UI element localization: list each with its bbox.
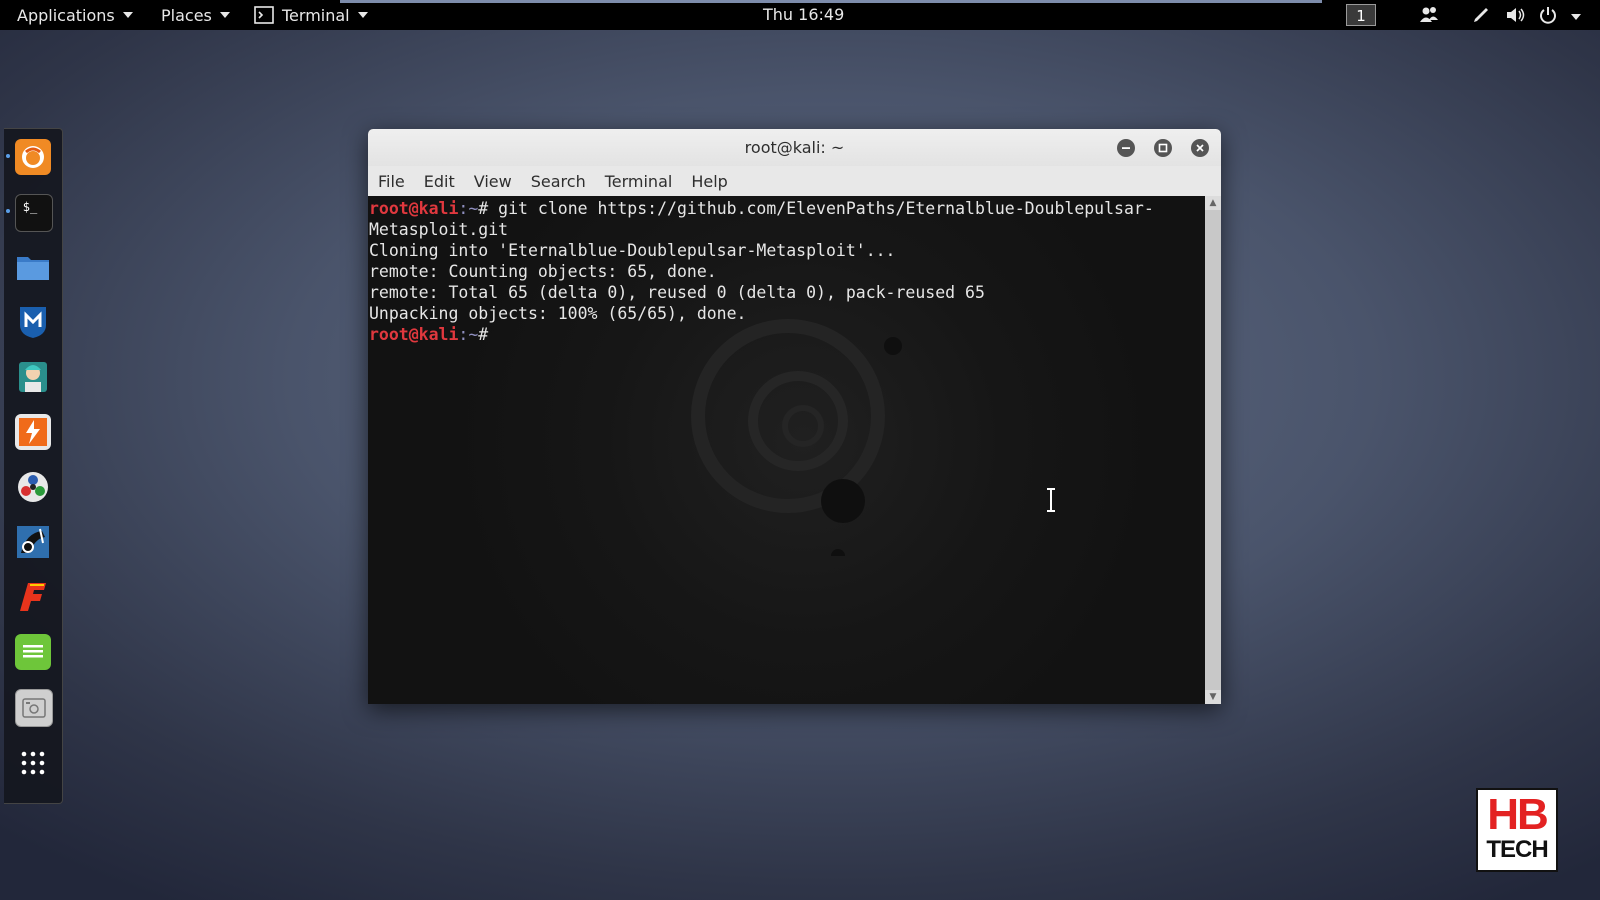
command-line: git clone https://github.com/ElevenPaths… [488, 199, 1154, 218]
minimize-button[interactable] [1117, 139, 1135, 157]
applications-menu[interactable]: Applications [17, 0, 133, 30]
power-icon[interactable] [1538, 5, 1558, 25]
terminal-icon[interactable]: $_ [15, 194, 53, 232]
pen-icon[interactable] [1471, 5, 1491, 25]
terminal-small-icon [254, 6, 274, 24]
prompt-path: :~ [458, 199, 479, 218]
notes-icon[interactable] [15, 634, 51, 670]
maltego-icon[interactable] [15, 469, 51, 505]
text-cursor-icon [1047, 488, 1055, 512]
menu-search[interactable]: Search [531, 172, 586, 191]
chevron-down-icon [357, 12, 368, 18]
maximize-button[interactable] [1154, 139, 1172, 157]
output-line: Cloning into 'Eternalblue-Doublepulsar-M… [369, 241, 896, 260]
burpsuite-icon[interactable] [15, 414, 51, 450]
menu-edit[interactable]: Edit [424, 172, 455, 191]
hb-tech-logo: HB TECH [1476, 788, 1558, 872]
window-menubar: File Edit View Search Terminal Help [368, 166, 1221, 196]
close-button[interactable] [1191, 139, 1209, 157]
applications-label: Applications [17, 5, 115, 25]
kali-swirl-watermark [691, 319, 902, 556]
metasploit-icon[interactable] [15, 304, 51, 340]
places-menu[interactable]: Places [161, 0, 230, 30]
scroll-down-icon[interactable]: ▼ [1205, 690, 1221, 704]
menu-help[interactable]: Help [691, 172, 727, 191]
beef-icon[interactable] [15, 524, 51, 560]
volume-icon[interactable] [1505, 5, 1525, 25]
armitage-icon[interactable] [15, 359, 51, 395]
running-indicator [6, 209, 10, 213]
clock[interactable]: Thu 16:49 [763, 0, 844, 30]
minimize-icon [1122, 147, 1130, 149]
command-line-wrap: Metasploit.git [369, 220, 509, 239]
prompt-path: :~ [458, 325, 479, 344]
terminal-output-area[interactable]: root@kali:~# git clone https://github.co… [368, 196, 1205, 704]
running-indicator [6, 154, 10, 158]
window-title: root@kali: ~ [744, 138, 845, 157]
prompt-user: root@kali [369, 199, 459, 218]
close-icon [1196, 144, 1204, 152]
chevron-down-icon [219, 12, 230, 18]
terminal-scrollbar[interactable]: ▲ ▼ [1205, 196, 1221, 704]
system-menu-chevron-icon[interactable] [1566, 5, 1586, 25]
scroll-up-icon[interactable]: ▲ [1205, 196, 1221, 210]
faraday-icon[interactable] [15, 579, 51, 615]
workspace-indicator[interactable]: 1 [1346, 4, 1376, 26]
screenshot-icon[interactable] [15, 689, 53, 727]
logo-tech-text: TECH [1486, 836, 1548, 863]
menu-view[interactable]: View [474, 172, 512, 191]
show-apps-icon[interactable] [15, 745, 51, 781]
prompt-user: root@kali [369, 325, 459, 344]
terminal-menu-label: Terminal [282, 5, 350, 25]
top-panel: Applications Places Terminal Thu 16:49 1 [0, 0, 1600, 30]
output-line: remote: Total 65 (delta 0), reused 0 (de… [369, 283, 985, 302]
output-line: remote: Counting objects: 65, done. [369, 262, 717, 281]
prompt-hash: # [478, 325, 489, 344]
logo-hb-text: HB [1487, 790, 1549, 839]
people-icon[interactable] [1419, 5, 1439, 25]
terminal-app-menu[interactable]: Terminal [254, 0, 368, 30]
chevron-down-icon [122, 12, 133, 18]
terminal-window: root@kali: ~ File Edit View Search Termi… [368, 129, 1221, 704]
dock: $_ [4, 128, 63, 804]
maximize-icon [1158, 143, 1168, 153]
window-titlebar[interactable]: root@kali: ~ [368, 129, 1221, 166]
prompt-hash: # [478, 199, 489, 218]
places-label: Places [161, 5, 212, 25]
menu-terminal[interactable]: Terminal [605, 172, 673, 191]
files-icon[interactable] [15, 249, 51, 285]
firefox-icon[interactable] [15, 139, 51, 175]
menu-file[interactable]: File [378, 172, 405, 191]
